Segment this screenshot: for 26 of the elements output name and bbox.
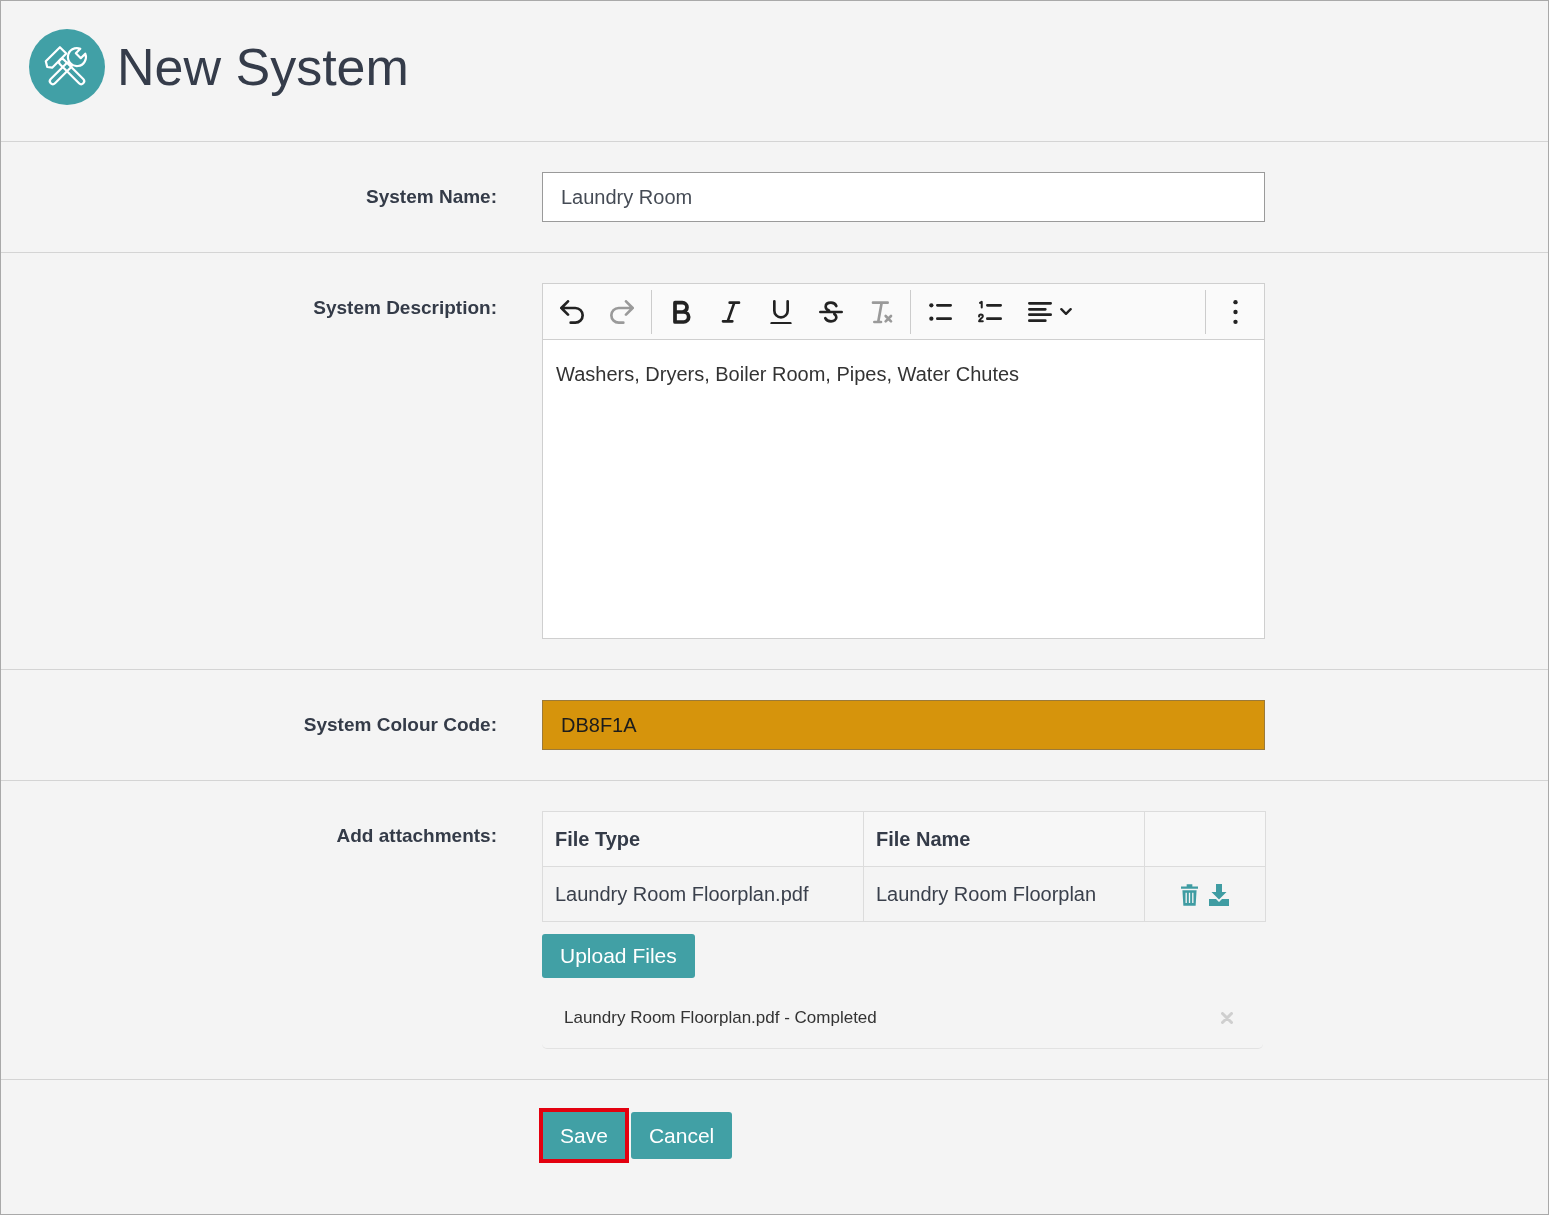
- redo-icon: [610, 299, 634, 324]
- underline-icon: [769, 299, 793, 324]
- page-title: New System: [117, 37, 409, 98]
- strikethrough-icon: [819, 299, 843, 324]
- italic-icon: [719, 299, 743, 324]
- more-icon: [1232, 299, 1238, 324]
- chevron-down-icon: [1060, 308, 1072, 315]
- field-label: System Colour Code:: [302, 713, 497, 737]
- field-label: Add attachments:: [335, 824, 497, 848]
- align-left-icon: [1028, 299, 1052, 324]
- upload-status-text: Laundry Room Floorplan.pdf - Completed: [564, 1007, 877, 1028]
- numbered-list-icon: [978, 299, 1002, 324]
- description-field[interactable]: Washers, Dryers, Boiler Room, Pipes, Water Chutes: [542, 340, 1265, 639]
- trash-icon[interactable]: [1180, 883, 1198, 906]
- clear-format-icon: [869, 299, 893, 324]
- undo-icon: [560, 299, 584, 324]
- download-icon[interactable]: [1209, 883, 1230, 906]
- column-header: File Name: [863, 811, 1145, 867]
- tools-icon: [29, 29, 105, 105]
- column-header: File Type: [542, 811, 864, 867]
- table-cell: Laundry Room Floorplan: [863, 866, 1145, 922]
- system-name-field[interactable]: Laundry Room: [542, 172, 1265, 222]
- colour-code-field[interactable]: DB8F1A: [542, 700, 1265, 750]
- field-label: System Name:: [365, 185, 497, 209]
- field-label: System Description:: [312, 296, 497, 320]
- table-cell: Laundry Room Floorplan.pdf: [542, 866, 864, 922]
